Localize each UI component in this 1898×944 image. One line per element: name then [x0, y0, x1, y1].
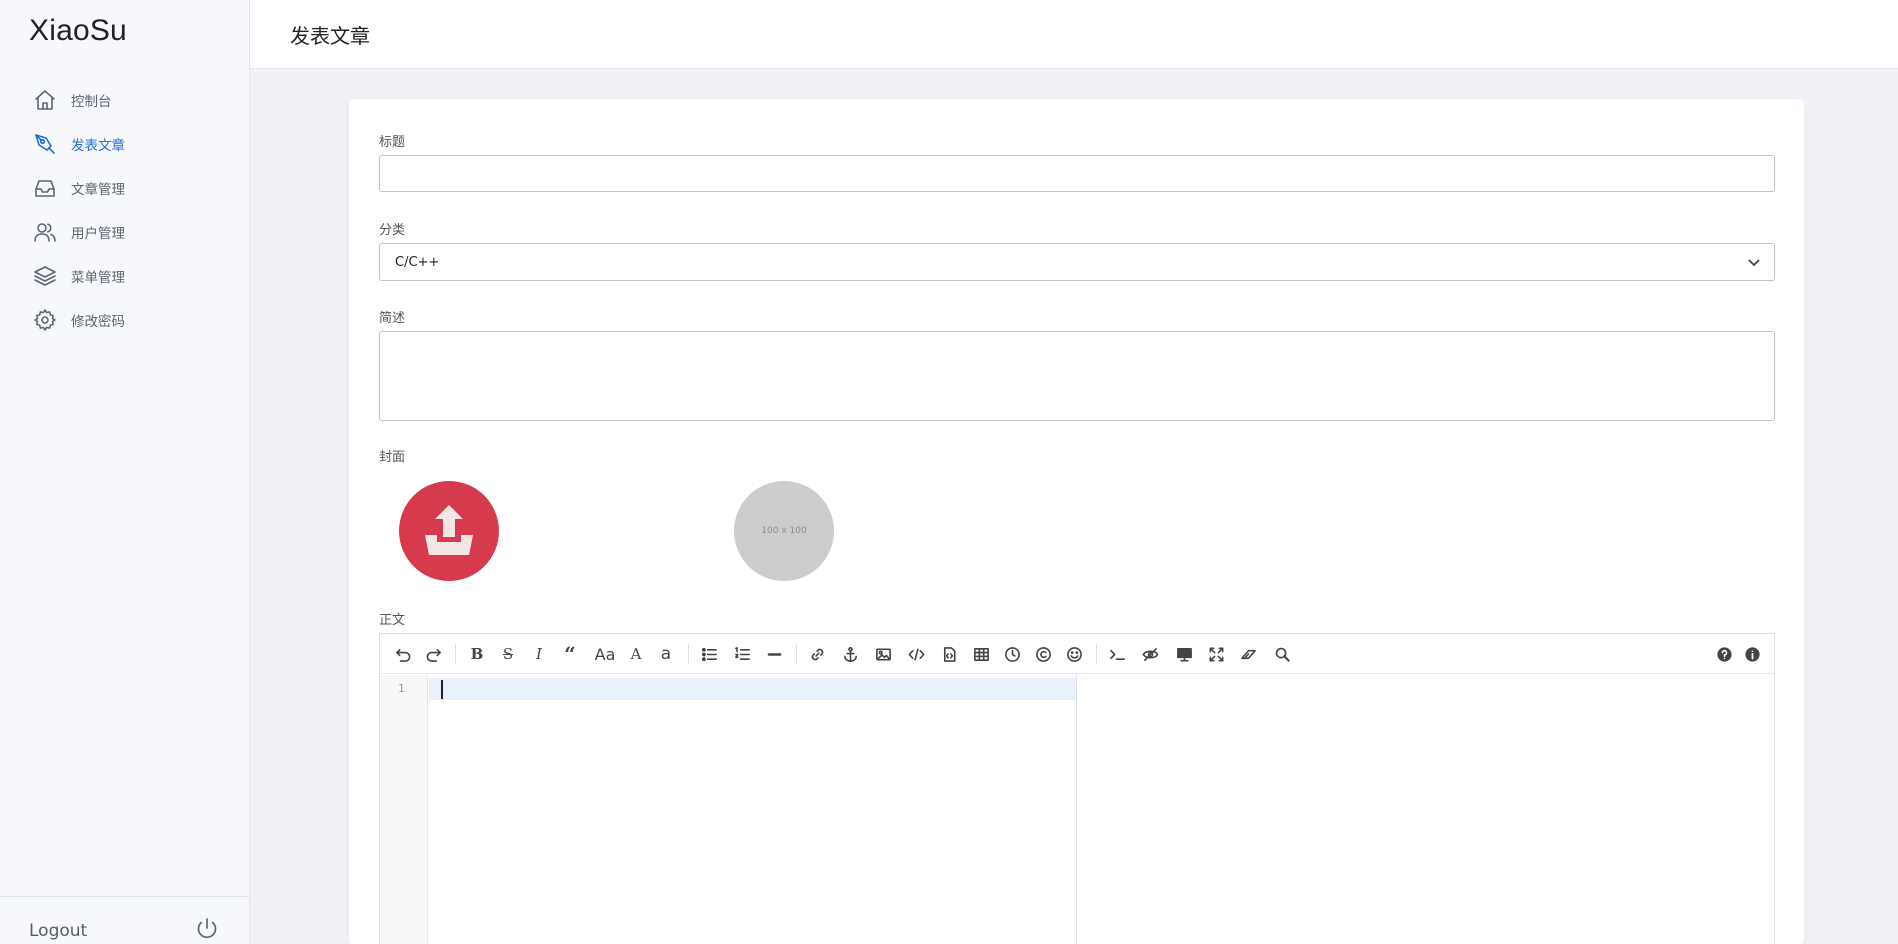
help-icon[interactable]	[1713, 644, 1735, 664]
body-label: 正文	[379, 613, 406, 628]
fullscreen-icon[interactable]	[1205, 644, 1227, 664]
uppercase-icon[interactable]: A	[625, 644, 647, 664]
table-icon[interactable]	[970, 644, 992, 664]
line-number-gutter: 1	[380, 675, 428, 944]
markdown-editor: B S I “ Aa A a 1	[379, 633, 1775, 944]
toolbar-divider	[1096, 644, 1097, 664]
anchor-icon[interactable]	[839, 644, 861, 664]
unordered-list-icon[interactable]	[698, 644, 720, 664]
sidebar-item-label: 发表文章	[71, 138, 125, 154]
uppercase-first-icon[interactable]: Aa	[591, 644, 619, 664]
preformatted-code-icon[interactable]	[938, 644, 960, 664]
toolbar-divider	[455, 644, 456, 664]
undo-icon[interactable]	[392, 644, 414, 664]
sidebar-item-publish-article[interactable]: 发表文章	[0, 122, 250, 166]
quote-icon[interactable]: “	[559, 642, 581, 666]
redo-icon[interactable]	[422, 644, 444, 664]
lowercase-icon[interactable]: a	[655, 644, 677, 664]
sidebar-item-menu-management[interactable]: 菜单管理	[0, 254, 250, 298]
ordered-list-icon[interactable]	[731, 644, 753, 664]
sidebar-item-label: 文章管理	[71, 182, 125, 198]
chevron-down-icon	[1746, 254, 1762, 270]
summary-label: 简述	[379, 311, 406, 326]
horizontal-rule-icon[interactable]	[763, 644, 785, 664]
italic-icon[interactable]: I	[528, 644, 550, 664]
strikethrough-icon[interactable]: S	[497, 644, 519, 664]
cover-upload-button[interactable]	[399, 481, 499, 581]
editor-code-area[interactable]	[429, 675, 1077, 944]
goto-line-icon[interactable]	[1106, 644, 1128, 664]
active-line-highlight	[429, 678, 1076, 700]
home-icon	[32, 87, 58, 113]
text-caret	[441, 680, 443, 699]
layers-icon	[32, 263, 58, 289]
bold-icon[interactable]: B	[466, 644, 488, 664]
preview-desktop-icon[interactable]	[1173, 644, 1195, 664]
cover-label: 封面	[379, 450, 406, 465]
sidebar-footer: Logout	[0, 896, 250, 944]
sidebar-nav: 控制台 发表文章 文章管理 用户管理 菜单管理 修改密码	[0, 78, 250, 342]
title-label: 标题	[379, 135, 406, 150]
sidebar-item-article-management[interactable]: 文章管理	[0, 166, 250, 210]
summary-textarea[interactable]	[379, 331, 1775, 421]
toolbar-divider	[796, 644, 797, 664]
code-icon[interactable]	[905, 644, 927, 664]
logout-link[interactable]: Logout	[29, 921, 87, 941]
category-label: 分类	[379, 223, 406, 238]
toolbar-divider	[688, 644, 689, 664]
sidebar-item-user-management[interactable]: 用户管理	[0, 210, 250, 254]
power-icon[interactable]	[195, 917, 219, 941]
title-input[interactable]	[379, 155, 1775, 192]
pen-nib-icon	[32, 131, 58, 157]
info-icon[interactable]	[1741, 644, 1763, 664]
watch-toggle-icon[interactable]	[1139, 644, 1161, 664]
html-entities-icon[interactable]	[1032, 644, 1054, 664]
publish-article-form: 标题 分类 C/C++ 简述 封面 100 x 100 正文 B S I “ A…	[349, 99, 1804, 944]
category-select[interactable]: C/C++	[379, 243, 1775, 281]
sidebar-item-label: 用户管理	[71, 226, 125, 242]
sidebar-item-dashboard[interactable]: 控制台	[0, 78, 250, 122]
editor-toolbar: B S I “ Aa A a	[380, 634, 1774, 674]
upload-tray-icon	[425, 505, 473, 555]
datetime-icon[interactable]	[1001, 644, 1023, 664]
link-icon[interactable]	[806, 644, 828, 664]
inbox-icon	[32, 175, 58, 201]
users-icon	[32, 219, 58, 245]
sidebar-item-change-password[interactable]: 修改密码	[0, 298, 250, 342]
sidebar: XiaoSu 控制台 发表文章 文章管理 用户管理 菜单管理 修改密码 Logo…	[0, 0, 250, 944]
emoji-icon[interactable]	[1063, 644, 1085, 664]
sidebar-item-label: 控制台	[71, 94, 112, 110]
brand-logo[interactable]: XiaoSu	[29, 14, 127, 48]
page-title: 发表文章	[290, 24, 370, 48]
sidebar-item-label: 修改密码	[71, 314, 125, 330]
gear-icon	[32, 307, 58, 333]
editor-preview-pane	[1078, 675, 1774, 944]
sidebar-item-label: 菜单管理	[71, 270, 125, 286]
cover-preview-placeholder: 100 x 100	[734, 481, 834, 581]
page-header: 发表文章	[250, 0, 1898, 69]
line-number: 1	[398, 682, 405, 695]
category-selected-value: C/C++	[395, 254, 440, 270]
search-icon[interactable]	[1271, 644, 1293, 664]
eraser-icon[interactable]	[1237, 644, 1259, 664]
image-icon[interactable]	[872, 644, 894, 664]
